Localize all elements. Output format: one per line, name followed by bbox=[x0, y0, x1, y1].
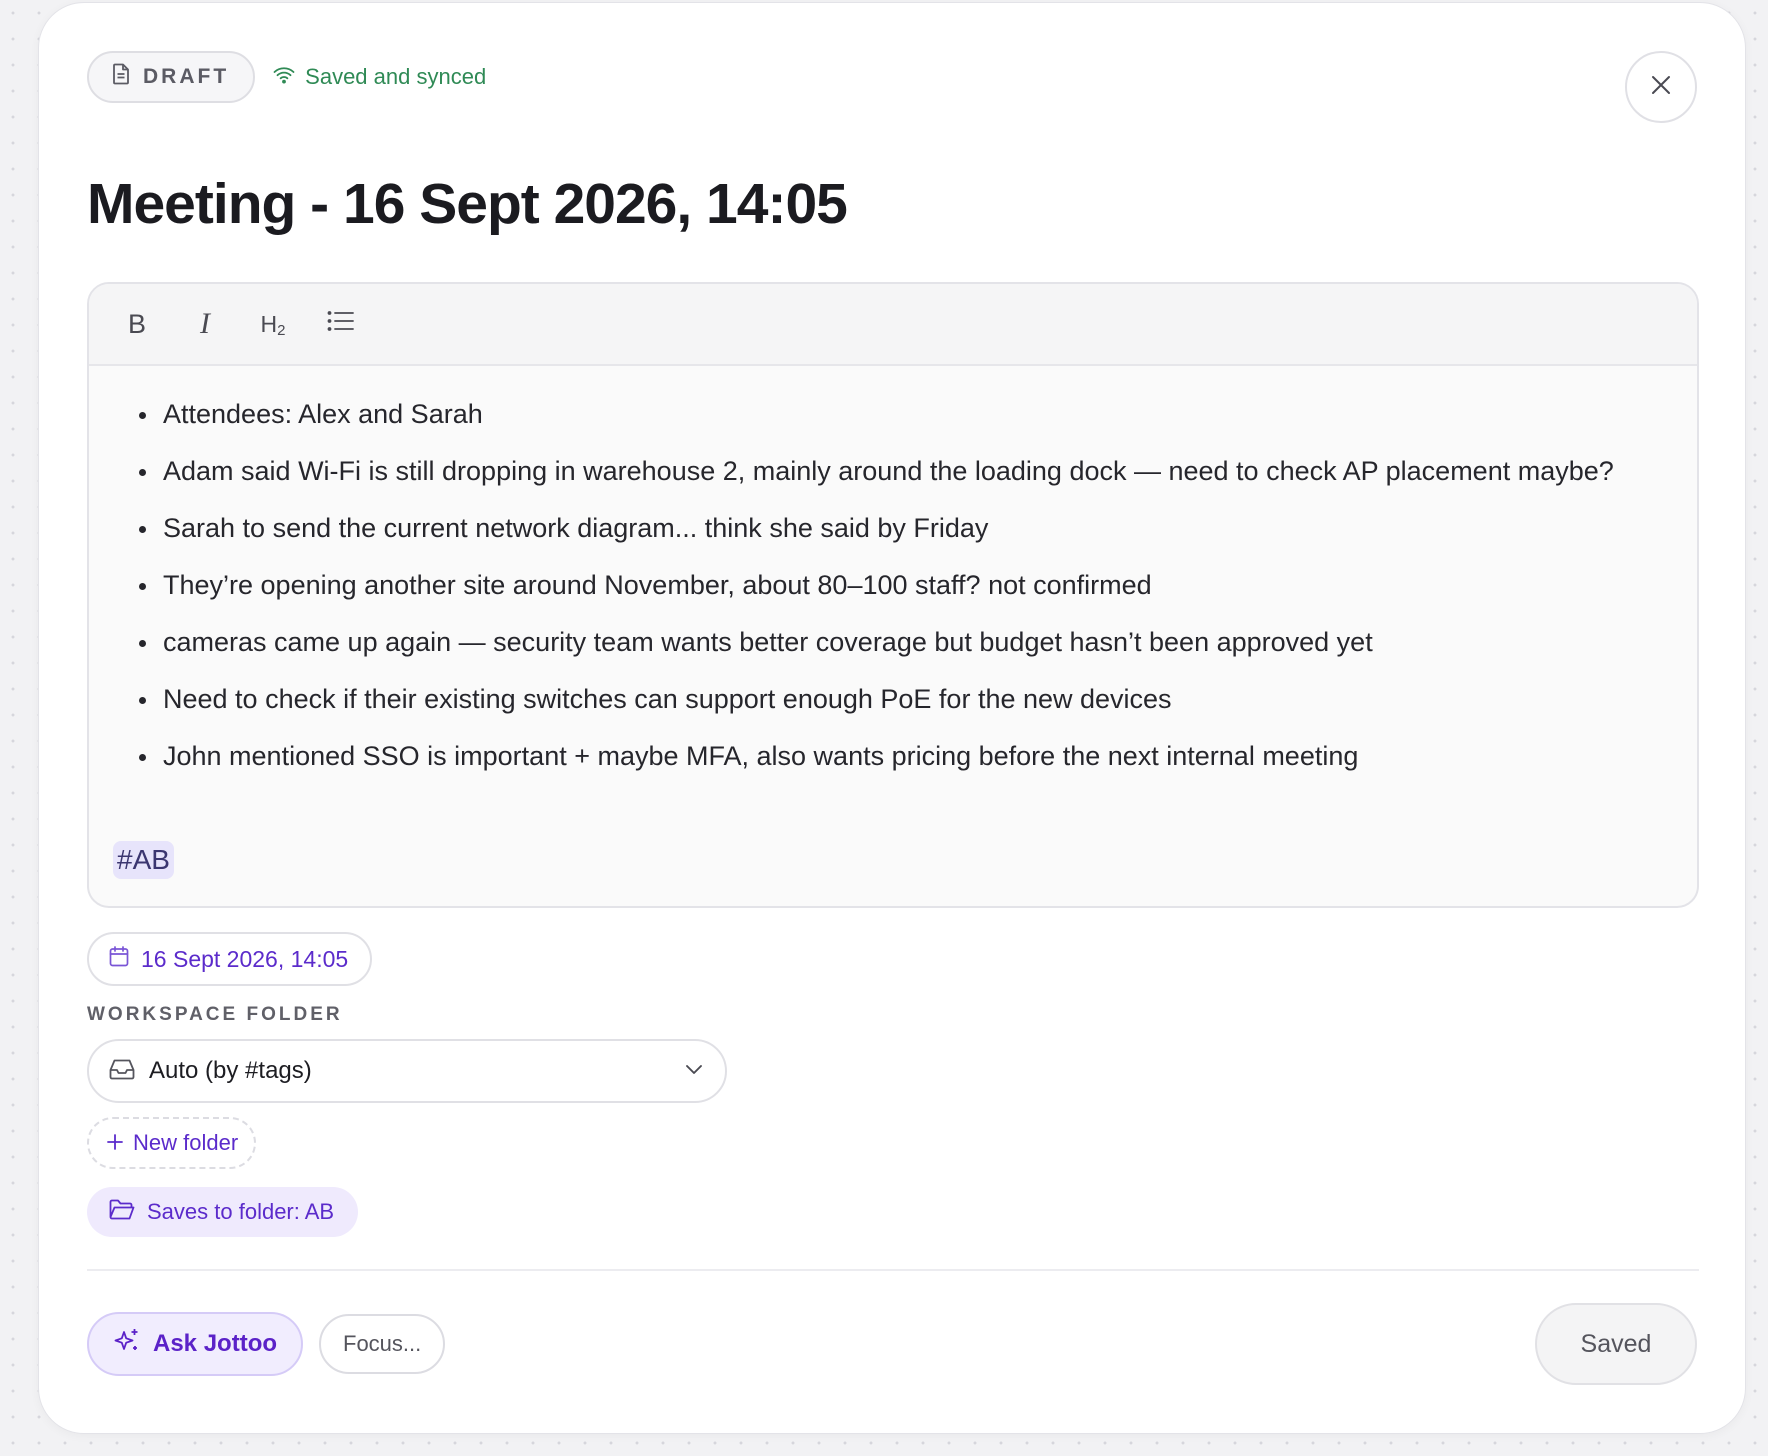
new-folder-button[interactable]: New folder bbox=[87, 1117, 257, 1169]
heading-2-icon: H2 bbox=[260, 310, 286, 339]
saved-label: Saved bbox=[1580, 1329, 1652, 1358]
saves-to-folder-text: Saves to folder: AB bbox=[147, 1199, 335, 1224]
list-item: Attendees: Alex and Sarah bbox=[137, 392, 1657, 437]
note-editor-card: DRAFT Saved and synced Meeting - 16 Sept… bbox=[38, 2, 1746, 1434]
list-item: They’re opening another site around Nove… bbox=[137, 563, 1657, 608]
bullet-list-button[interactable] bbox=[325, 304, 357, 344]
sparkles-icon bbox=[113, 1327, 141, 1362]
chevron-down-icon bbox=[685, 1062, 703, 1080]
hashtag-chip[interactable]: #AB bbox=[113, 841, 174, 879]
ask-jottoo-label: Ask Jottoo bbox=[153, 1330, 278, 1357]
focus-button[interactable]: Focus... bbox=[319, 1314, 446, 1374]
italic-button[interactable]: I bbox=[189, 304, 221, 344]
workspace-folder-label: WORKSPACE FOLDER bbox=[87, 1004, 343, 1025]
footer-divider bbox=[87, 1269, 1699, 1271]
list-item: cameras came up again — security team wa… bbox=[137, 620, 1657, 665]
folder-icon bbox=[109, 1199, 135, 1226]
sync-status: Saved and synced bbox=[273, 64, 486, 90]
note-bullet-list: Attendees: Alex and Sarah Adam said Wi-F… bbox=[89, 366, 1697, 779]
editor-toolbar: B I H2 bbox=[89, 284, 1697, 366]
saves-to-folder-badge: Saves to folder: AB bbox=[87, 1187, 359, 1237]
plus-icon bbox=[107, 1130, 123, 1156]
bullet-list-icon bbox=[327, 310, 355, 339]
close-icon bbox=[1650, 74, 1672, 101]
calendar-icon bbox=[109, 945, 129, 973]
close-button[interactable] bbox=[1625, 51, 1697, 123]
draft-badge: DRAFT bbox=[87, 51, 256, 103]
rich-text-editor[interactable]: B I H2 Attendees: Alex and Sarah Adam sa… bbox=[87, 282, 1699, 908]
ask-jottoo-button[interactable]: Ask Jottoo bbox=[87, 1312, 304, 1376]
date-text: 16 Sept 2026, 14:05 bbox=[141, 945, 349, 972]
list-item: Adam said Wi-Fi is still dropping in war… bbox=[137, 449, 1657, 494]
list-item: John mentioned SSO is important + maybe … bbox=[137, 734, 1657, 779]
status-row: DRAFT Saved and synced bbox=[87, 51, 486, 103]
heading-button[interactable]: H2 bbox=[257, 304, 289, 344]
folder-select[interactable]: Auto (by #tags) bbox=[87, 1039, 727, 1103]
list-item: Sarah to send the current network diagra… bbox=[137, 506, 1657, 551]
note-title[interactable]: Meeting - 16 Sept 2026, 14:05 bbox=[87, 171, 848, 237]
new-folder-label: New folder bbox=[133, 1130, 239, 1155]
bold-icon: B bbox=[127, 308, 146, 339]
sync-status-text: Saved and synced bbox=[305, 64, 487, 89]
inbox-icon bbox=[109, 1058, 135, 1085]
list-item: Need to check if their existing switches… bbox=[137, 677, 1657, 722]
draft-label: DRAFT bbox=[143, 65, 230, 88]
focus-label: Focus... bbox=[343, 1331, 422, 1356]
document-icon bbox=[111, 63, 131, 91]
wifi-icon bbox=[273, 64, 295, 90]
folder-select-value: Auto (by #tags) bbox=[149, 1057, 312, 1084]
saved-button[interactable]: Saved bbox=[1535, 1303, 1697, 1385]
italic-icon: I bbox=[200, 307, 210, 340]
date-chip[interactable]: 16 Sept 2026, 14:05 bbox=[87, 932, 373, 986]
bold-button[interactable]: B bbox=[121, 304, 153, 344]
